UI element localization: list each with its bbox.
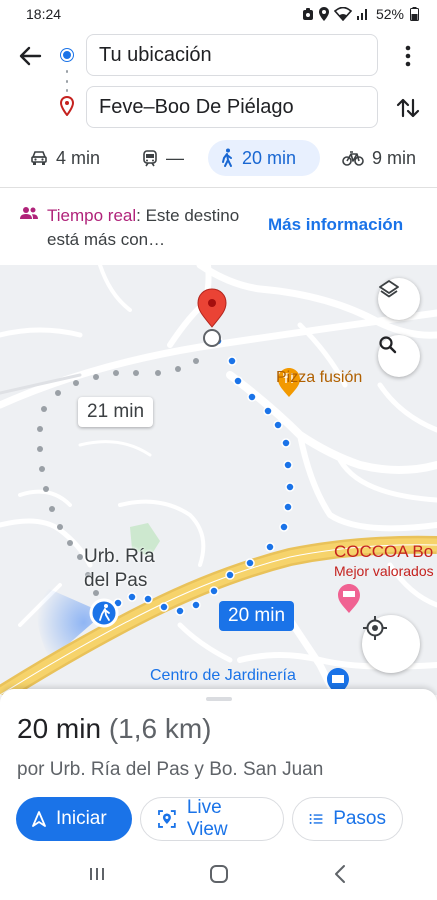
back-icon[interactable]: [334, 864, 346, 884]
origin-dot-icon: [61, 49, 73, 61]
route-distance: (1,6 km): [108, 713, 212, 744]
bike-icon: [342, 151, 364, 166]
battery-icon: [410, 7, 419, 21]
location-icon: [318, 7, 329, 21]
system-navigation-bar: [0, 849, 437, 900]
walk-icon: [222, 148, 232, 167]
destination-pin-icon: [59, 96, 75, 116]
place-label-urb: Urb. Ría del Pas: [84, 546, 155, 591]
list-icon: [309, 814, 323, 824]
main-route-time[interactable]: 20 min: [219, 601, 295, 631]
start-navigation-button[interactable]: Iniciar: [16, 797, 132, 841]
status-icons: [302, 7, 370, 21]
realtime-message: Tiempo real: Este destino está más con…: [47, 204, 262, 252]
origin-input[interactable]: Tu ubicación: [86, 34, 378, 76]
poi-pizza-label[interactable]: Pizza fusión: [276, 369, 362, 387]
navigation-arrow-icon: [32, 811, 46, 827]
alternate-route-time[interactable]: 21 min: [78, 397, 154, 427]
my-location-button[interactable]: [362, 615, 420, 673]
battery-percent: 52%: [375, 6, 404, 22]
route-summary-title: 20 min (1,6 km): [17, 713, 212, 745]
status-bar: 18:24 52%: [0, 0, 437, 28]
route-connector-dots: [66, 70, 68, 92]
current-location-marker: [89, 598, 119, 628]
more-options-icon[interactable]: [394, 40, 422, 72]
realtime-label: Tiempo real: [47, 206, 137, 225]
mode-drive-label: 4 min: [56, 147, 101, 168]
wifi-icon: [333, 7, 352, 21]
mode-bike-tab[interactable]: 9 min: [342, 140, 416, 176]
travel-mode-tabs: 4 min — 20 min 9 min: [0, 138, 437, 178]
notification-icon: [302, 8, 313, 20]
mode-drive-tab[interactable]: 4 min: [30, 140, 100, 176]
destination-input[interactable]: Feve–Boo De Piélago: [86, 86, 378, 128]
map-view[interactable]: Pizza fusión COCCOA Bo Mejor valorados C…: [0, 265, 437, 695]
mode-transit-label: —: [166, 147, 184, 168]
transit-icon: [143, 149, 157, 166]
start-label: Iniciar: [56, 808, 107, 829]
steps-label: Pasos: [333, 808, 386, 829]
route-duration: 20 min: [17, 713, 102, 744]
live-view-icon: [158, 810, 176, 828]
sheet-drag-handle[interactable]: [206, 697, 232, 701]
signal-icon: [356, 9, 367, 20]
swap-directions-icon[interactable]: [394, 92, 422, 124]
layers-icon: [379, 280, 399, 298]
more-info-link[interactable]: Más información: [268, 215, 403, 235]
recent-apps-icon[interactable]: [88, 866, 106, 882]
car-icon: [31, 151, 47, 165]
crosshair-icon: [363, 616, 387, 640]
live-view-button[interactable]: Live View: [140, 797, 284, 841]
live-view-label: Live View: [186, 797, 228, 840]
people-icon: [20, 207, 38, 219]
realtime-banner: Tiempo real: Este destino está más con… …: [0, 188, 437, 265]
home-icon[interactable]: [210, 865, 228, 883]
mode-bike-label: 9 min: [372, 147, 417, 168]
layers-button[interactable]: [378, 278, 420, 320]
back-arrow-icon[interactable]: [14, 40, 46, 72]
poi-garden-label[interactable]: Centro de Jardinería: [150, 667, 296, 685]
poi-coccoa-sublabel: Mejor valorados: [334, 563, 434, 579]
status-time: 18:24: [26, 6, 62, 22]
route-summary-sheet[interactable]: 20 min (1,6 km) por Urb. Ría del Pas y B…: [0, 689, 437, 849]
mode-walk-label: 20 min: [242, 147, 297, 168]
route-via: por Urb. Ría del Pas y Bo. San Juan: [17, 759, 324, 780]
directions-header: Tu ubicación Feve–Boo De Piélago: [0, 28, 437, 136]
poi-coccoa-label[interactable]: COCCOA Bo: [334, 542, 433, 562]
mode-transit-tab[interactable]: —: [142, 140, 184, 176]
status-right: 52%: [302, 6, 419, 22]
map-search-button[interactable]: [378, 335, 420, 377]
mode-walk-tab[interactable]: 20 min: [208, 140, 320, 176]
search-icon: [379, 336, 397, 354]
steps-button[interactable]: Pasos: [292, 797, 403, 841]
